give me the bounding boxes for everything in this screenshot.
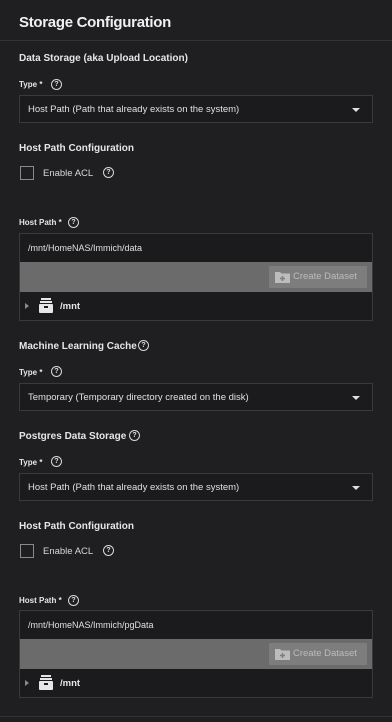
tree-node-mnt[interactable]: /mnt xyxy=(20,292,372,320)
help-icon[interactable]: ? xyxy=(103,545,114,556)
required-marker: * xyxy=(58,596,62,605)
create-dataset-bar: Create Dataset xyxy=(20,639,372,669)
data-host-path-config-title: Host Path Configuration xyxy=(19,143,134,154)
chevron-down-icon xyxy=(352,108,360,112)
data-host-path-label: Host Path * xyxy=(19,218,62,227)
data-host-path-input[interactable]: /mnt/HomeNAS/Immich/data xyxy=(20,234,372,262)
help-icon[interactable]: ? xyxy=(68,595,79,606)
data-storage-type-label: Type * xyxy=(19,80,42,89)
ml-cache-title: Machine Learning Cache xyxy=(19,341,137,352)
data-enable-acl-checkbox[interactable] xyxy=(20,166,34,180)
help-icon[interactable]: ? xyxy=(103,167,114,178)
data-host-path-explorer: /mnt/HomeNAS/Immich/data Create Dataset … xyxy=(19,233,373,321)
select-value: Temporary (Temporary directory created o… xyxy=(28,392,249,403)
postgres-type-select[interactable]: Host Path (Path that already exists on t… xyxy=(19,473,373,501)
required-marker: * xyxy=(39,458,43,467)
help-icon[interactable]: ? xyxy=(51,79,62,90)
postgres-host-path-input[interactable]: /mnt/HomeNAS/Immich/pgData xyxy=(20,611,372,639)
postgres-type-label: Type * xyxy=(19,458,42,467)
create-dataset-label: Create Dataset xyxy=(293,271,357,282)
expand-caret-icon[interactable] xyxy=(25,680,29,686)
postgres-host-path-explorer: /mnt/HomeNAS/Immich/pgData Create Datase… xyxy=(19,610,373,698)
postgres-title: Postgres Data Storage xyxy=(19,431,127,442)
postgres-host-path-config-title: Host Path Configuration xyxy=(19,521,134,532)
input-value: /mnt/HomeNAS/Immich/data xyxy=(28,243,143,253)
expand-caret-icon[interactable] xyxy=(25,303,29,309)
data-enable-acl-label: Enable ACL xyxy=(43,168,94,179)
create-dataset-label: Create Dataset xyxy=(293,648,357,659)
create-dataset-button[interactable]: Create Dataset xyxy=(269,266,367,288)
postgres-enable-acl-label: Enable ACL xyxy=(43,546,94,557)
create-dataset-bar: Create Dataset xyxy=(20,262,372,292)
input-value: /mnt/HomeNAS/Immich/pgData xyxy=(28,620,154,630)
help-icon[interactable]: ? xyxy=(68,217,79,228)
required-marker: * xyxy=(39,368,43,377)
ml-cache-type-label: Type * xyxy=(19,368,42,377)
folder-plus-icon xyxy=(275,272,290,283)
host-path-label-text: Host Path xyxy=(19,596,57,605)
chevron-down-icon xyxy=(352,396,360,400)
tree-node-label: /mnt xyxy=(60,678,81,689)
panel-header: Storage Configuration xyxy=(0,0,392,41)
help-icon[interactable]: ? xyxy=(138,340,149,351)
data-storage-title: Data Storage (aka Upload Location) xyxy=(19,53,188,64)
folder-plus-icon xyxy=(275,649,290,660)
host-path-label-text: Host Path xyxy=(19,218,57,227)
type-label-text: Type xyxy=(19,368,38,377)
ml-cache-type-select[interactable]: Temporary (Temporary directory created o… xyxy=(19,383,373,411)
help-icon[interactable]: ? xyxy=(51,366,62,377)
dataset-icon xyxy=(39,675,53,690)
postgres-host-path-label: Host Path * xyxy=(19,596,62,605)
data-storage-type-select[interactable]: Host Path (Path that already exists on t… xyxy=(19,95,373,123)
select-value: Host Path (Path that already exists on t… xyxy=(28,482,240,493)
chevron-down-icon xyxy=(352,486,360,490)
select-value: Host Path (Path that already exists on t… xyxy=(28,104,240,115)
help-icon[interactable]: ? xyxy=(51,456,62,467)
required-marker: * xyxy=(58,218,62,227)
tree-node-mnt[interactable]: /mnt xyxy=(20,669,372,697)
required-marker: * xyxy=(39,80,43,89)
postgres-enable-acl-checkbox[interactable] xyxy=(20,544,34,558)
help-icon[interactable]: ? xyxy=(129,430,140,441)
divider xyxy=(0,716,392,717)
page-title: Storage Configuration xyxy=(19,14,172,31)
create-dataset-button[interactable]: Create Dataset xyxy=(269,643,367,665)
type-label-text: Type xyxy=(19,80,38,89)
dataset-icon xyxy=(39,298,53,313)
type-label-text: Type xyxy=(19,458,38,467)
tree-node-label: /mnt xyxy=(60,301,81,312)
